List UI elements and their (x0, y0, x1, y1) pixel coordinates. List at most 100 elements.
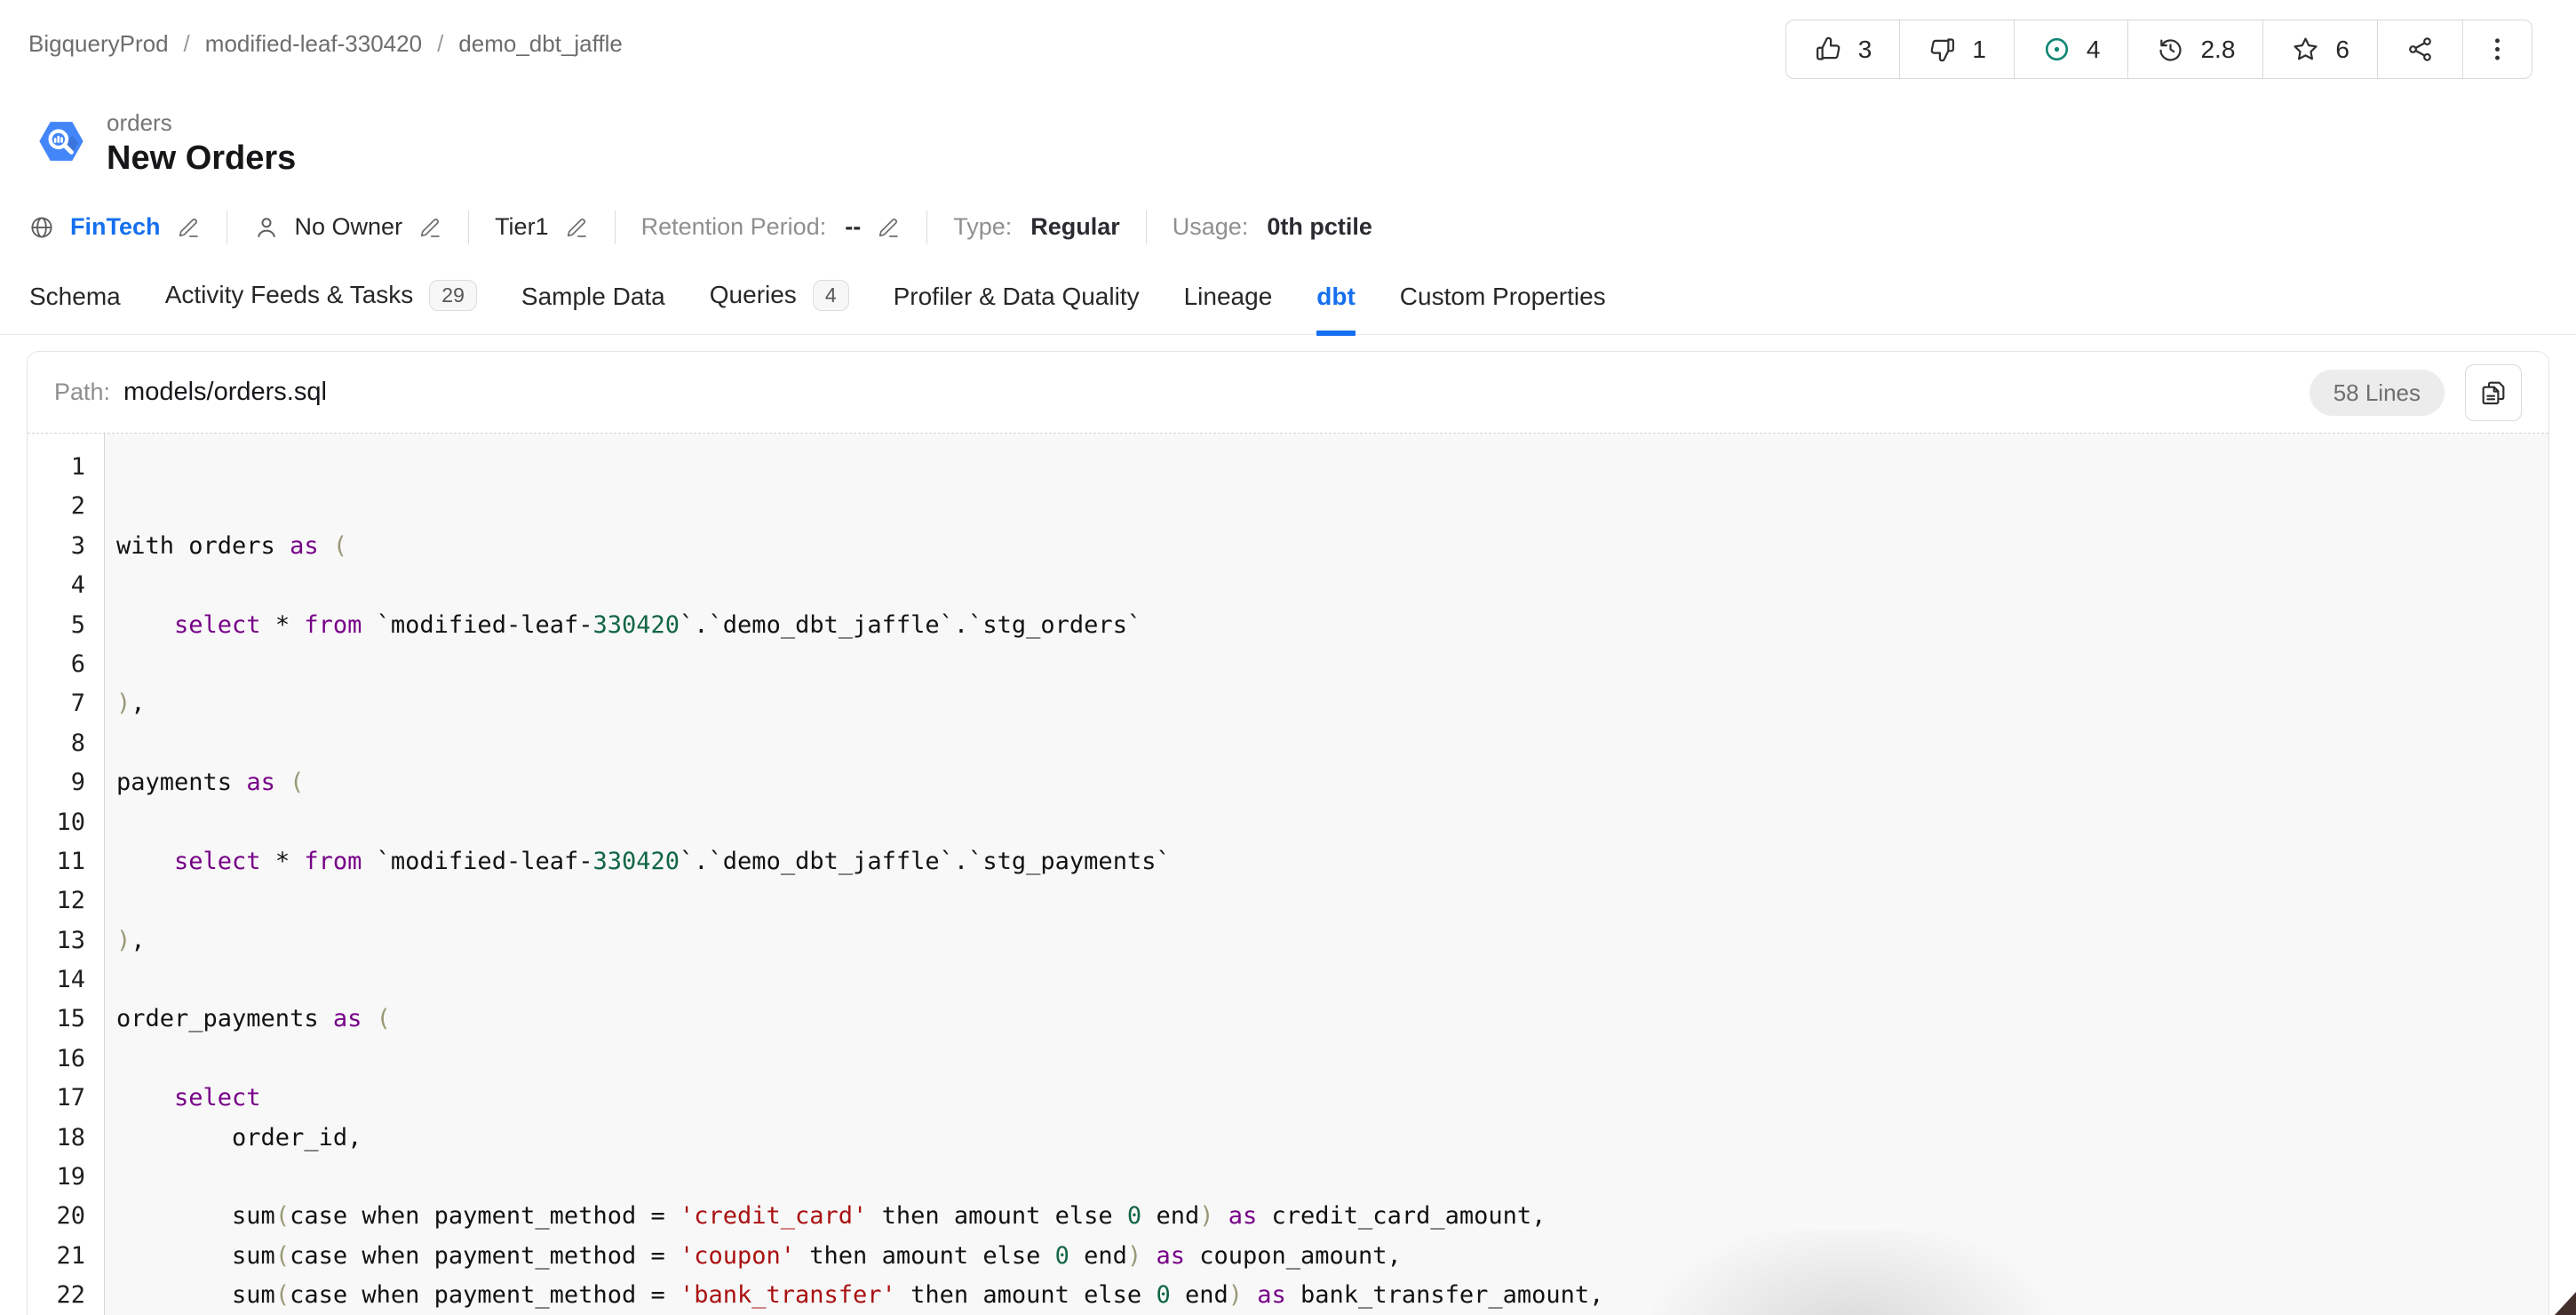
tab-queries[interactable]: Queries 4 (688, 279, 871, 334)
tab-count-badge: 29 (429, 279, 477, 311)
copy-icon (2478, 378, 2508, 408)
meta-tier-value: Tier1 (495, 213, 549, 241)
edit-owner-button[interactable] (417, 215, 442, 240)
tab-custom-properties[interactable]: Custom Properties (1378, 283, 1628, 334)
code-line: sum(case when payment_method = 'bank_tra… (116, 1281, 1604, 1310)
line-number: 2 (70, 492, 85, 521)
breadcrumb-item[interactable]: BigqueryProd (28, 30, 169, 58)
line-number-gutter: 1 2 3 4 5 6 7 8 9 10 11 12 13 14 15 16 17 18 19 20 21 22 (28, 434, 105, 1315)
meta-retention: Retention Period: -- (641, 213, 902, 241)
meta-row: FinTech No Owner Tier1 Retention Period: -- T… (0, 179, 2576, 244)
line-number: 18 (56, 1123, 85, 1152)
code-line: sum(case when payment_method = 'coupon' … (116, 1241, 1402, 1270)
line-number: 8 (70, 729, 85, 757)
code-line: order_id, (116, 1123, 362, 1152)
code-line: with orders as ( (116, 531, 348, 560)
more-button[interactable] (2463, 20, 2532, 78)
code-line: select * from `modified-leaf-330420`.`de… (174, 610, 1142, 639)
meta-type-label: Type: (953, 213, 1013, 241)
tab-label: Queries (709, 281, 797, 309)
line-number: 20 (56, 1202, 85, 1231)
tab-sample-data[interactable]: Sample Data (499, 283, 688, 334)
breadcrumb-separator: / (183, 30, 190, 57)
breadcrumb: BigqueryProd / modified-leaf-330420 / demo_d… (28, 20, 623, 58)
line-number: 15 (56, 1005, 85, 1033)
line-number: 22 (56, 1281, 85, 1310)
tab-dbt[interactable]: dbt (1294, 283, 1378, 336)
code-line: sum(case when payment_method = 'credit_c… (116, 1202, 1546, 1231)
meta-owner: No Owner (253, 213, 443, 241)
tab-lineage[interactable]: Lineage (1162, 283, 1295, 334)
line-number: 14 (56, 966, 85, 994)
meta-retention-value: -- (845, 213, 862, 241)
tasks-button[interactable]: 4 (2015, 20, 2129, 78)
follow-count: 6 (2335, 35, 2349, 63)
globe-icon (28, 214, 55, 241)
tab-activity-feeds-tasks[interactable]: Activity Feeds & Tasks 29 (143, 279, 499, 334)
line-number: 1 (70, 453, 85, 481)
user-icon (253, 214, 280, 241)
line-number: 19 (56, 1163, 85, 1191)
kebab-icon (2483, 35, 2512, 64)
meta-usage: Usage: 0th pctile (1173, 213, 1372, 241)
path-value: models/orders.sql (123, 378, 327, 406)
code-line: ), (116, 689, 146, 718)
lines-count-badge: 58 Lines (2309, 369, 2445, 416)
upvote-count: 3 (1857, 35, 1872, 63)
downvote-button[interactable]: 1 (1900, 20, 2015, 78)
share-button[interactable] (2378, 20, 2463, 78)
line-number: 13 (56, 926, 85, 954)
tab-profiler-data-quality[interactable]: Profiler & Data Quality (871, 283, 1162, 334)
follow-button[interactable]: 6 (2263, 20, 2378, 78)
edit-retention-button[interactable] (876, 215, 901, 240)
breadcrumb-item[interactable]: modified-leaf-330420 (205, 30, 422, 58)
line-number: 9 (70, 769, 85, 797)
line-number: 3 (70, 531, 85, 560)
code-line: select * from `modified-leaf-330420`.`de… (174, 847, 1171, 875)
meta-divider (468, 210, 470, 244)
line-number: 4 (70, 571, 85, 600)
meta-domain-value[interactable]: FinTech (70, 213, 161, 241)
corner-artifact (2555, 1292, 2576, 1315)
meta-usage-value: 0th pctile (1267, 213, 1372, 241)
breadcrumb-item[interactable]: demo_dbt_jaffle (458, 30, 623, 58)
code-editor[interactable]: 1 2 3 4 5 6 7 8 9 10 11 12 13 14 15 16 17 18 19 20 21 22 with… (28, 434, 2548, 1315)
copy-button[interactable] (2465, 363, 2522, 421)
line-number: 6 (70, 650, 85, 678)
title-row: orders New Orders (0, 79, 2576, 179)
star-icon (2291, 35, 2320, 64)
tab-label: Custom Properties (1399, 282, 1606, 310)
line-number: 17 (56, 1084, 85, 1112)
history-icon (2156, 35, 2185, 64)
meta-tier: Tier1 (495, 213, 589, 241)
downvote-count: 1 (1972, 35, 1986, 63)
version-button[interactable]: 2.8 (2128, 20, 2264, 78)
line-number: 16 (56, 1044, 85, 1072)
meta-retention-label: Retention Period: (640, 213, 827, 241)
meta-divider (1145, 210, 1147, 244)
page-title: New Orders (107, 139, 297, 178)
tab-schema[interactable]: Schema (7, 283, 143, 334)
tab-label: Sample Data (521, 282, 665, 310)
line-number: 7 (70, 689, 85, 718)
tab-label: Profiler & Data Quality (893, 282, 1140, 310)
line-number: 12 (56, 887, 85, 915)
edit-tier-button[interactable] (564, 215, 589, 240)
breadcrumb-separator: / (437, 30, 444, 57)
edit-domain-button[interactable] (176, 215, 201, 240)
code-line: payments as ( (116, 769, 305, 797)
line-number: 11 (56, 847, 85, 875)
code-panel-header: Path: models/orders.sql 58 Lines (28, 352, 2548, 434)
upvote-button[interactable]: 3 (1786, 20, 1901, 78)
tab-bar: Schema Activity Feeds & Tasks 29 Sample Dat… (0, 244, 2576, 336)
bigquery-icon (36, 109, 87, 168)
meta-owner-value: No Owner (294, 213, 403, 241)
tab-label: Activity Feeds & Tasks (164, 281, 414, 309)
